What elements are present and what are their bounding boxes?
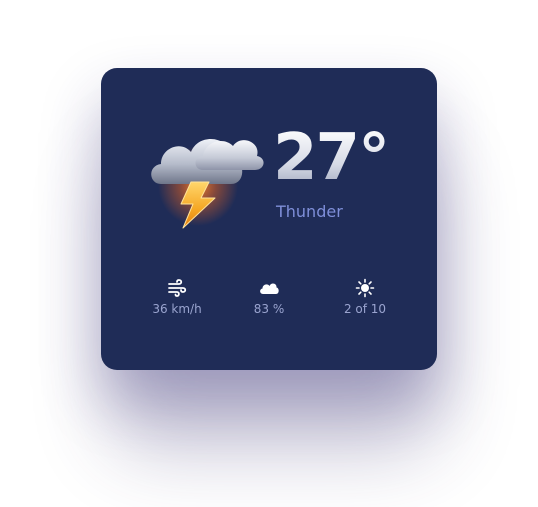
wind-stat: 36 km/h — [137, 278, 217, 316]
temperature: 27° — [273, 121, 390, 195]
wind-speed: 36 km/h — [152, 302, 202, 316]
uv-index: 2 of 10 — [343, 302, 387, 316]
uv-stat: 2 of 10 — [325, 278, 405, 316]
humidity-value: 83 % — [253, 302, 285, 316]
humidity-stat: 83 % — [229, 278, 309, 316]
sun-icon — [355, 278, 375, 298]
weather-card: 27° Thunder 36 km/h 83 % 2 of 10 — [101, 68, 437, 370]
condition-label: Thunder — [276, 202, 343, 221]
wind-icon — [168, 279, 187, 297]
cloud-icon — [260, 283, 279, 294]
thunderstorm-icon — [151, 139, 264, 229]
